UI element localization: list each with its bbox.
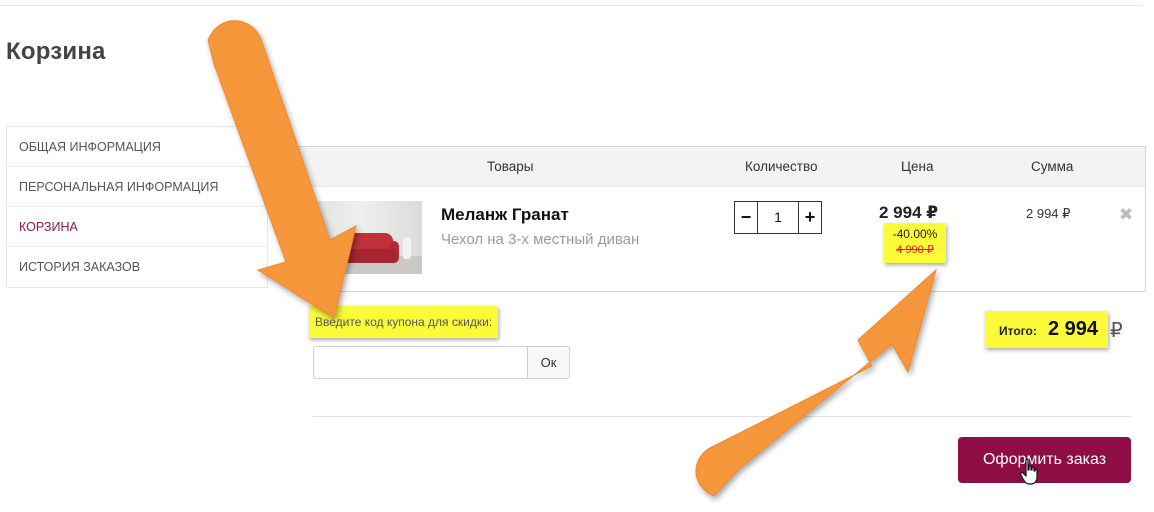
quantity-increase-button[interactable]: +	[799, 202, 821, 233]
sidebar-item-order-history[interactable]: ИСТОРИЯ ЗАКАЗОВ	[7, 247, 267, 287]
top-divider	[0, 5, 1142, 6]
item-sum: 2 994 ₽	[1026, 206, 1071, 221]
quantity-decrease-button[interactable]: −	[735, 202, 757, 233]
cart-table-header: Товары Количество Цена Сумма	[299, 147, 1145, 187]
product-name[interactable]: Меланж Гранат	[441, 205, 569, 225]
coupon-apply-button[interactable]: Ок	[527, 346, 570, 379]
coupon-label: Введите код купона для скидки:	[309, 306, 499, 338]
sidebar-item-cart[interactable]: КОРЗИНА	[7, 207, 267, 247]
sidebar-item-general-info[interactable]: ОБЩАЯ ИНФОРМАЦИЯ	[7, 127, 267, 167]
product-description: Чехол на 3-х местный диван	[441, 231, 640, 248]
total-value: 2 994	[1048, 318, 1099, 340]
arrow-to-discount-icon	[695, 268, 937, 497]
old-price: 4 990 ₽	[896, 244, 934, 256]
checkout-button[interactable]: Оформить заказ	[958, 437, 1131, 483]
column-header-price: Цена	[901, 159, 934, 174]
total-label: Итого:	[999, 324, 1037, 338]
sidebar-item-personal-info[interactable]: ПЕРСОНАЛЬНАЯ ИНФОРМАЦИЯ	[7, 167, 267, 207]
quantity-stepper: − 1 +	[734, 201, 822, 234]
discount-percent: -40.00%	[892, 227, 938, 241]
column-header-sum: Сумма	[1031, 159, 1074, 174]
total-highlight: Итого: 2 994	[985, 311, 1108, 348]
section-divider	[313, 416, 1131, 417]
coupon-input[interactable]	[313, 346, 528, 379]
discount-badge: -40.00% 4 990 ₽	[884, 223, 946, 263]
cart-table: Товары Количество Цена Сумма Меланж Гран…	[298, 146, 1146, 292]
product-image[interactable]	[313, 201, 422, 274]
page-title: Корзина	[6, 38, 106, 65]
remove-item-icon[interactable]: ✖	[1119, 205, 1133, 225]
sidebar: ОБЩАЯ ИНФОРМАЦИЯ ПЕРСОНАЛЬНАЯ ИНФОРМАЦИЯ…	[6, 126, 268, 288]
item-price: 2 994 ₽	[879, 203, 939, 222]
column-header-goods: Товары	[487, 159, 534, 174]
column-header-quantity: Количество	[745, 159, 818, 174]
total-currency: ₽	[1110, 320, 1123, 342]
hand-cursor-icon	[1020, 458, 1038, 485]
quantity-input[interactable]: 1	[757, 202, 799, 233]
